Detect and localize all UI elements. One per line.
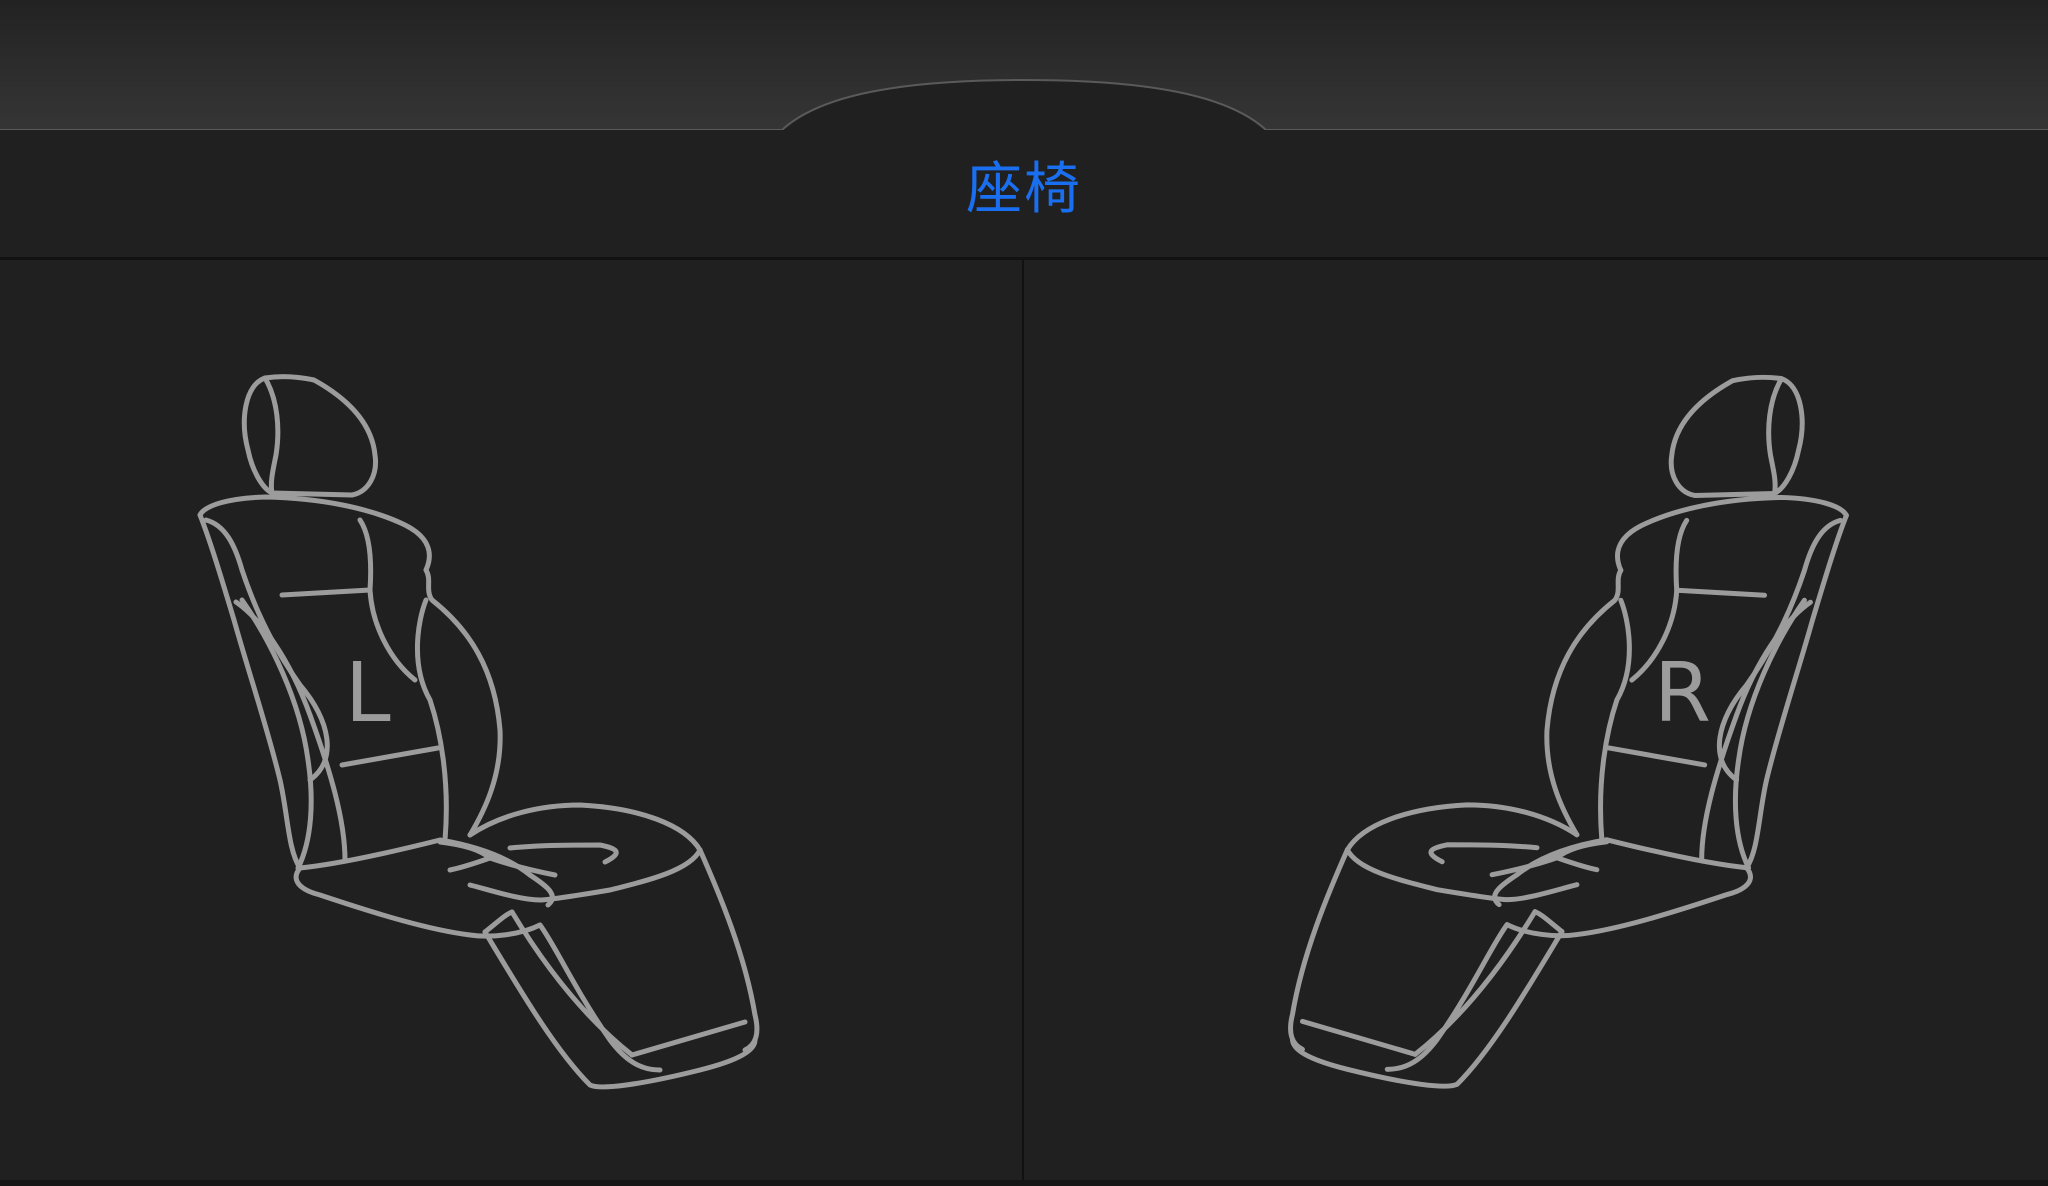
seat-left-label: L xyxy=(345,646,391,741)
seat-left-icon[interactable] xyxy=(0,260,1022,1186)
seat-panel-right[interactable]: R xyxy=(1024,260,2048,1186)
page-title: 座椅 xyxy=(966,157,1082,222)
seat-right-label: R xyxy=(1654,646,1711,741)
bottom-strip xyxy=(0,1180,2048,1186)
seat-right-icon[interactable] xyxy=(1024,260,2046,1186)
seat-panel-left[interactable]: L xyxy=(0,260,1022,1186)
header-tab-shape xyxy=(0,78,2048,140)
